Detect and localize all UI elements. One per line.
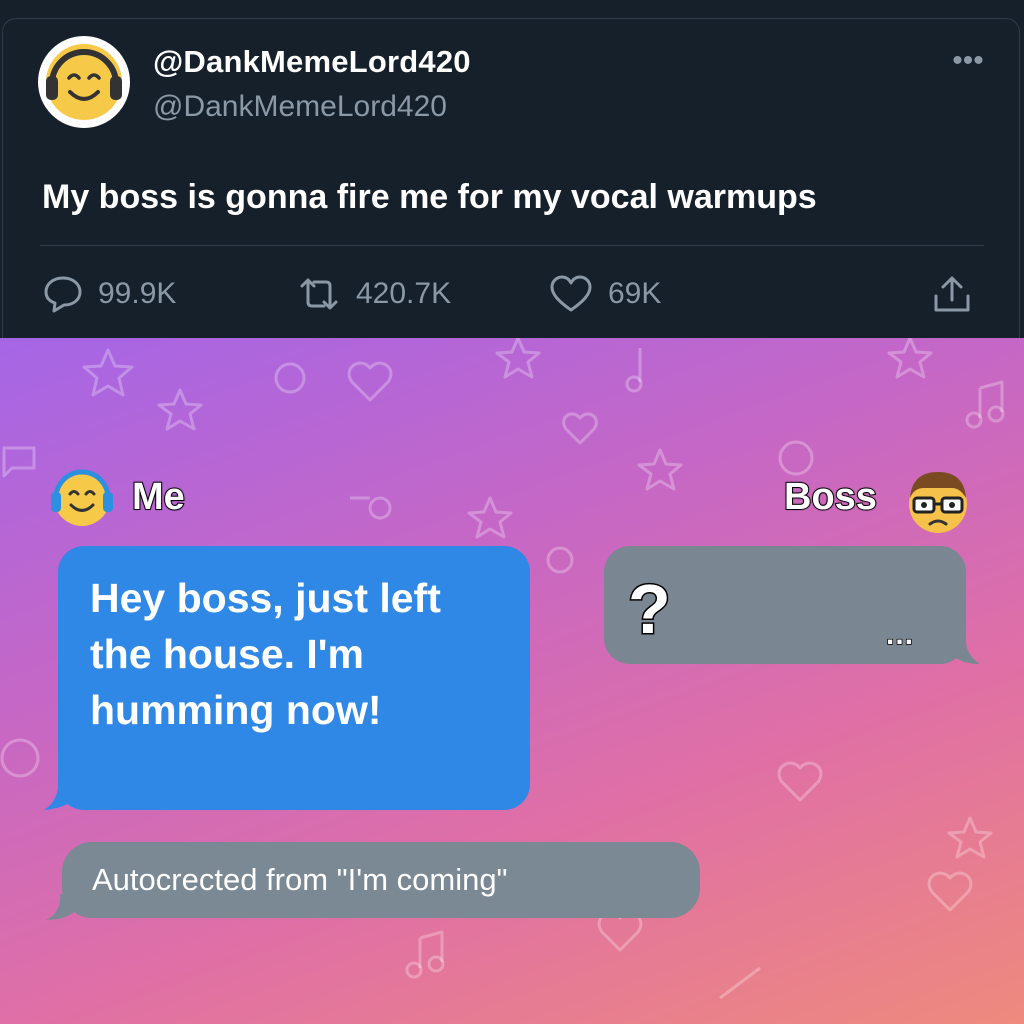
share-icon (934, 276, 970, 312)
retweet-count: 420.7K (356, 277, 452, 310)
divider (40, 245, 984, 246)
me-bubble-tail (44, 778, 82, 810)
heart-icon (550, 275, 592, 312)
share-button[interactable] (930, 272, 988, 316)
user-handle[interactable]: @DankMemeLord420 (153, 90, 447, 124)
reply-button[interactable]: 99.9K (42, 272, 176, 316)
display-name[interactable]: @DankMemeLord420 (153, 44, 471, 80)
retweet-button[interactable]: 420.7K (296, 272, 451, 316)
reply-count: 99.9K (98, 277, 177, 310)
avatar[interactable] (38, 36, 130, 128)
boss-typing-indicator: ... (885, 618, 915, 651)
meme-image: Me Boss Hey boss, just left the house. I… (0, 338, 1024, 1024)
me-message-text: Hey boss, just left the house. I'm hummi… (90, 575, 441, 733)
autocorrect-note: Autocrected from "I'm coming" (92, 862, 508, 897)
autocorrect-bubble-tail (46, 894, 80, 920)
boss-question-mark: ? (627, 570, 673, 648)
like-button[interactable]: 69K (548, 272, 661, 316)
boss-bubble-tail (946, 634, 980, 664)
boss-face-glasses-icon (909, 472, 967, 533)
reply-icon (44, 276, 82, 313)
more-horizontal-icon[interactable]: ••• (944, 46, 992, 76)
retweet-icon (300, 278, 338, 310)
boss-label: Boss (783, 475, 878, 519)
tweet-card: @DankMemeLord420 @DankMemeLord420 ••• My… (0, 0, 1024, 378)
tweet-text: My boss is gonna fire me for my vocal wa… (42, 178, 817, 216)
smiley-headphones-icon (46, 44, 122, 120)
me-label: Me (131, 475, 186, 519)
like-count: 69K (608, 277, 662, 310)
me-smiley-headphones-icon (51, 469, 113, 526)
